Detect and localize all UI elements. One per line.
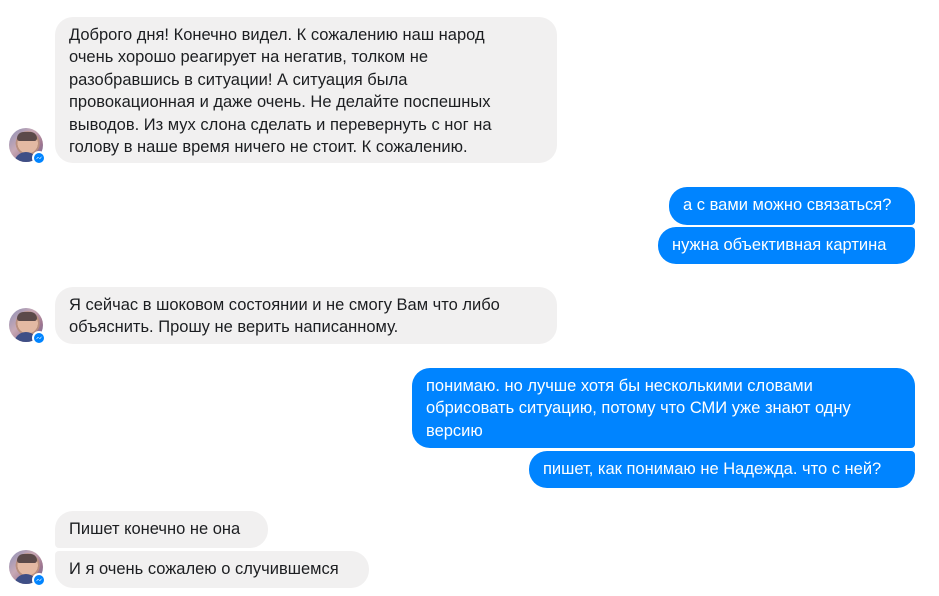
messenger-badge-icon xyxy=(32,331,46,345)
message-line: понимаю. но лучше хотя бы несколькими сл… xyxy=(426,377,813,395)
message-line: обрисовать ситуацию, потому что СМИ уже … xyxy=(426,399,851,418)
message-line: разобравшись в ситуации! А ситуация была xyxy=(69,70,408,89)
message-line: И я очень сожалею о случившемся xyxy=(69,560,339,578)
incoming-message[interactable]: Я сейчас в шоковом состоянии и не смогу … xyxy=(55,287,557,344)
outgoing-message[interactable]: нужна объективная картина xyxy=(658,227,915,264)
message-line: провокационная и даже очень. Не делайте … xyxy=(69,93,491,112)
message-line: пишет, как понимаю не Надежда. что с ней… xyxy=(543,460,882,478)
contact-avatar[interactable] xyxy=(9,550,46,587)
message-line: Доброго дня! Конечно видел. К сожалению … xyxy=(69,26,485,44)
incoming-message[interactable]: Пишет конечно не она xyxy=(55,511,268,548)
messenger-badge-icon xyxy=(32,151,46,165)
message-line: очень хорошо реагирует на негатив, толко… xyxy=(69,48,429,67)
outgoing-message[interactable]: а с вами можно связаться? xyxy=(669,187,915,225)
outgoing-message[interactable]: понимаю. но лучше хотя бы несколькими сл… xyxy=(412,368,915,448)
contact-avatar[interactable] xyxy=(9,308,46,345)
message-line: а с вами можно связаться? xyxy=(683,196,892,214)
messenger-badge-icon xyxy=(32,573,46,587)
message-line: версию xyxy=(426,421,483,440)
contact-avatar[interactable] xyxy=(9,128,46,165)
incoming-message[interactable]: И я очень сожалею о случившемся xyxy=(55,551,369,588)
message-line: голову в наше время ничего не стоит. К с… xyxy=(69,138,468,157)
message-line: Пишет конечно не она xyxy=(69,520,241,538)
incoming-message[interactable]: Доброго дня! Конечно видел. К сожалению … xyxy=(55,17,557,163)
message-line: нужна объективная картина xyxy=(672,236,887,254)
outgoing-message[interactable]: пишет, как понимаю не Надежда. что с ней… xyxy=(529,451,915,488)
message-line: выводов. Из мух слона сделать и переверн… xyxy=(69,115,492,134)
message-line: объяснить. Прошу не верить написанному. xyxy=(69,318,399,337)
message-line: Я сейчас в шоковом состоянии и не смогу … xyxy=(69,296,500,314)
